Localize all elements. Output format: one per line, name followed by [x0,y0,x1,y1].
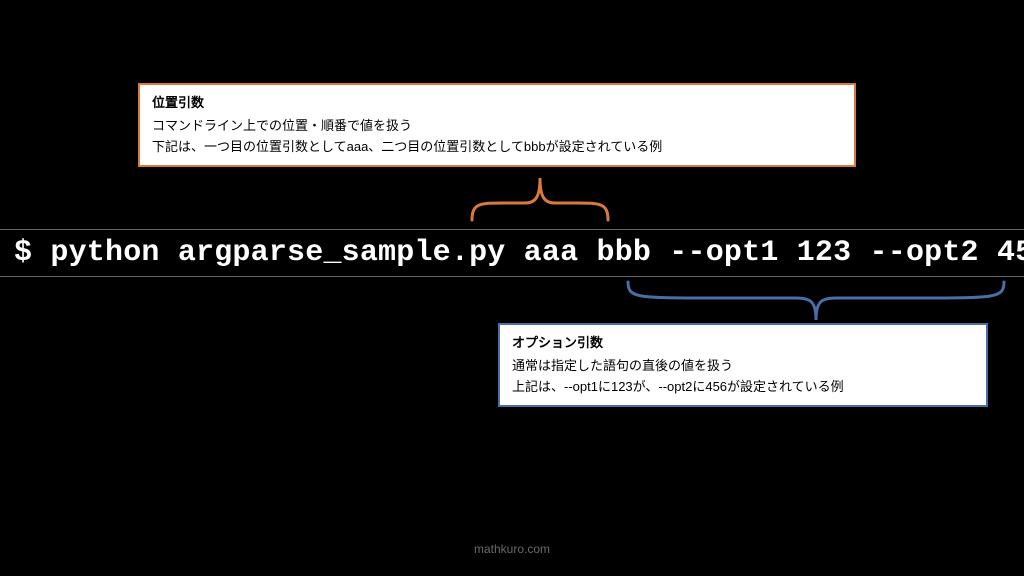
command-line: python argparse_sample.py aaa bbb --opt1… [50,236,1024,270]
command-text: $ python argparse_sample.py aaa bbb --op… [14,236,1024,270]
positional-args-title: 位置引数 [152,93,842,114]
brace-top-icon [470,168,610,226]
optional-args-desc-1: 通常は指定した語句の直後の値を扱う [512,356,974,377]
footer-credit: mathkuro.com [0,542,1024,556]
positional-args-callout: 位置引数 コマンドライン上での位置・順番で値を扱う 下記は、一つ目の位置引数とし… [138,83,856,167]
positional-args-desc-1: コマンドライン上での位置・順番で値を扱う [152,116,842,137]
brace-bottom-icon [626,280,1006,325]
optional-args-desc-2: 上記は、--opt1に123が、--opt2に456が設定されている例 [512,377,974,398]
command-bar: $ python argparse_sample.py aaa bbb --op… [0,229,1024,277]
optional-args-title: オプション引数 [512,333,974,354]
prompt-symbol: $ [14,236,32,270]
positional-args-desc-2: 下記は、一つ目の位置引数としてaaa、二つ目の位置引数としてbbbが設定されてい… [152,137,842,158]
optional-args-callout: オプション引数 通常は指定した語句の直後の値を扱う 上記は、--opt1に123… [498,323,988,407]
